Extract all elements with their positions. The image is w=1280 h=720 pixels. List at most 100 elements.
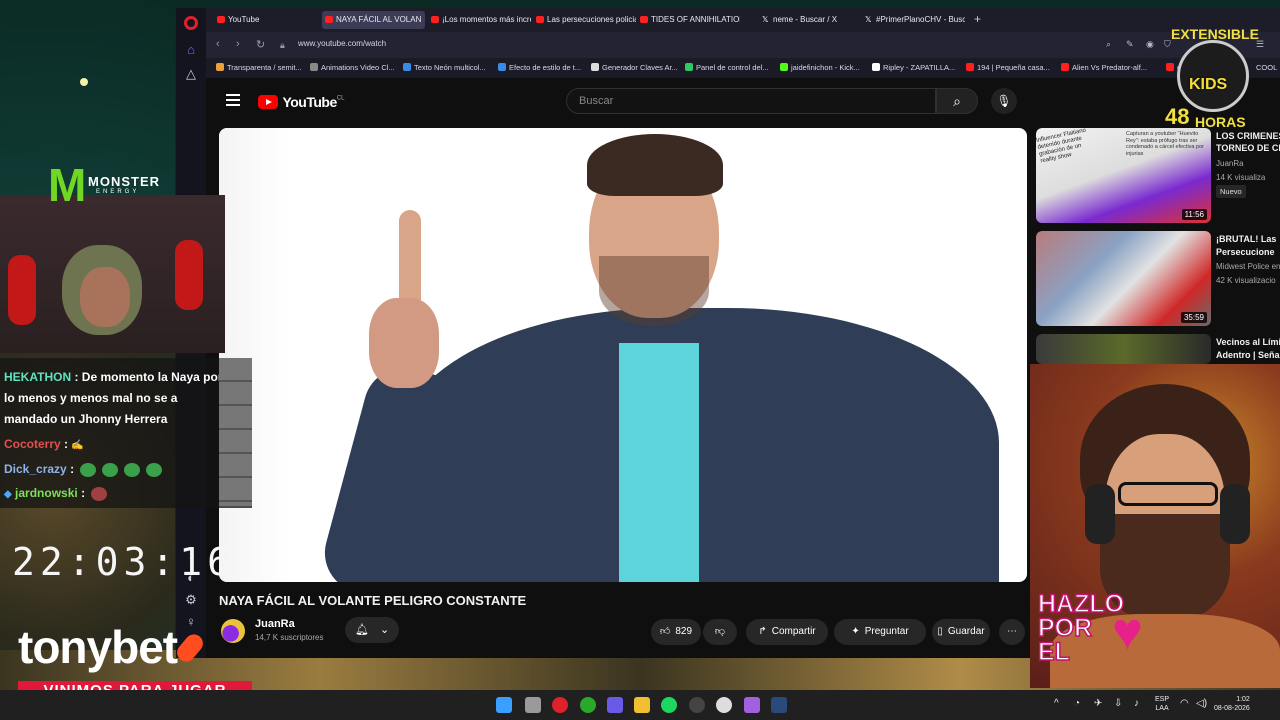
tray-icon[interactable]: ◔	[1074, 698, 1080, 709]
home-icon[interactable]: ⌂	[183, 42, 199, 58]
presenter-jacket	[399, 308, 999, 582]
voice-search-button[interactable]: 🎙︎	[991, 88, 1017, 114]
chat-message-cont: mandado un Jhonny Herrera	[4, 412, 168, 426]
emote-icon	[91, 486, 108, 501]
volume-icon[interactable]: ◁)	[1196, 698, 1207, 709]
new-badge: Nuevo	[1216, 185, 1246, 198]
address-bar: ‹ › ↻ 🔒︎ www.youtube.com/watch ⌕ ✎ ◉ ⛉ ☰	[206, 32, 1280, 58]
steam-icon[interactable]	[771, 697, 787, 713]
chevron-down-icon: ⌄	[380, 624, 390, 636]
recommended-video[interactable]: 35:59	[1036, 231, 1212, 329]
stream-clock: 22:03:16	[12, 540, 236, 584]
camera-icon[interactable]: ◉	[1146, 39, 1154, 50]
opera-logo-icon[interactable]	[184, 16, 198, 30]
chrome-icon[interactable]	[716, 697, 732, 713]
save-button[interactable]: ▯ Guardar	[932, 619, 990, 645]
channel-avatar[interactable]	[221, 619, 245, 643]
monster-claw-icon: M	[48, 159, 87, 211]
bookmark-item[interactable]: 194 | Pequeña casa...	[966, 63, 1050, 72]
youtube-icon	[217, 16, 225, 23]
start-icon[interactable]	[496, 697, 512, 713]
tab-youtube[interactable]: YouTube	[214, 11, 317, 29]
tab-x-primerplano[interactable]: 𝕏 #PrimerPlanoCHV - Busca	[862, 11, 965, 29]
app-icon[interactable]	[744, 697, 760, 713]
recommended-views: 14 K visualiza	[1216, 173, 1266, 182]
notification-bell-button[interactable]: 🔔︎ ⌄	[345, 617, 399, 643]
bookmark-item[interactable]: Alien Vs Predator-alf...	[1061, 63, 1147, 72]
more-actions-button[interactable]: ⋯	[999, 619, 1025, 645]
x-icon: 𝕏	[762, 15, 769, 24]
hamburger-menu-icon[interactable]	[226, 94, 240, 109]
bookmark-icon	[966, 63, 974, 71]
file-explorer-icon[interactable]	[634, 697, 650, 713]
language-indicator[interactable]: ESP LAA	[1155, 695, 1169, 713]
zoom-icon[interactable]: ⌕	[1106, 39, 1111, 50]
xbox-icon[interactable]	[580, 697, 596, 713]
tray-icon[interactable]: ⇩	[1114, 698, 1122, 709]
settings-icon[interactable]: ⚙	[183, 592, 199, 608]
like-button[interactable]: 👍︎ 829	[651, 619, 701, 645]
opera-icon[interactable]	[552, 697, 568, 713]
bookmark-item[interactable]: Animations Video Cl...	[310, 63, 395, 72]
emote-icon: ✍	[71, 440, 84, 451]
task-view-icon[interactable]	[525, 697, 541, 713]
youtube-logo[interactable]: YouTubeCL	[258, 93, 344, 110]
spotify-icon[interactable]	[661, 697, 677, 713]
youtube-play-icon	[258, 94, 278, 109]
subscriber-count: 14,7 K suscriptores	[255, 633, 324, 642]
discord-icon[interactable]	[607, 697, 623, 713]
youtube-icon	[431, 16, 439, 23]
share-button[interactable]: ↱ Compartir	[746, 619, 828, 645]
share-icon: ↱	[758, 626, 767, 637]
bookmark-item[interactable]: Panel de control del...	[685, 63, 769, 72]
back-icon[interactable]: ‹	[216, 38, 220, 50]
channel-name[interactable]: JuanRa	[255, 618, 295, 630]
clock[interactable]: 1:02 08-08-2026	[1214, 695, 1250, 713]
wifi-icon[interactable]: ◠	[1180, 698, 1189, 709]
recommended-title[interactable]: Persecucione	[1216, 246, 1280, 258]
microphone-icon[interactable]: ♪	[1134, 698, 1139, 709]
presenter-hair	[587, 134, 723, 196]
x-icon: 𝕏	[865, 15, 872, 24]
streamer-avatar-art: HAZLO POR EL ♥	[1030, 364, 1280, 688]
obs-icon[interactable]	[689, 697, 705, 713]
bookmark-icon	[216, 63, 224, 71]
bookmark-item[interactable]: Transparenta / semit...	[216, 63, 302, 72]
speed-dial-icon[interactable]: △	[183, 66, 199, 82]
search-button[interactable]: ⌕	[936, 88, 978, 114]
recommended-video[interactable]	[1036, 334, 1212, 364]
recommended-title[interactable]: ¡BRUTAL! Las	[1216, 233, 1280, 245]
tab-naya-facil[interactable]: NAYA FÁCIL AL VOLAN	[322, 11, 425, 29]
tab-tides[interactable]: TIDES OF ANNIHILATION	[637, 11, 740, 29]
recommended-video[interactable]: Influencer Flaitiano detenido durante gr…	[1036, 128, 1212, 226]
tonybet-logo: tonybet	[18, 620, 207, 674]
bookmark-item[interactable]: Efecto de estilo de t...	[498, 63, 581, 72]
tab-persecuciones[interactable]: Las persecuciones policial	[533, 11, 636, 29]
tab-momentos[interactable]: ¡Los momentos más incre	[428, 11, 531, 29]
ask-button[interactable]: ✦ Preguntar	[834, 619, 926, 645]
bookmark-item[interactable]: Ripley - ZAPATILLA...	[872, 63, 955, 72]
edit-icon[interactable]: ✎	[1126, 39, 1134, 50]
recommended-title[interactable]: TORNEO DE CE	[1216, 142, 1280, 154]
chevron-up-icon[interactable]: ^	[1054, 698, 1059, 709]
reload-icon[interactable]: ↻	[256, 38, 265, 51]
glasses-icon	[1118, 482, 1218, 506]
bookmark-item[interactable]: Texto Neón multicol...	[403, 63, 486, 72]
bell-icon: 🔔︎	[355, 624, 369, 636]
bookmark-item[interactable]: jaidefinichon - Kick...	[780, 63, 860, 72]
url-field[interactable]: www.youtube.com/watch	[298, 39, 386, 48]
tab-x-neme[interactable]: 𝕏neme - Buscar / X	[759, 11, 862, 29]
recommended-title[interactable]: Adentro | Seña	[1216, 349, 1280, 361]
new-tab-button[interactable]: +	[974, 12, 981, 26]
dislike-button[interactable]: 👎︎	[703, 619, 737, 645]
tray-icon[interactable]: ✈	[1094, 698, 1102, 709]
video-player[interactable]	[219, 128, 1027, 582]
search-input[interactable]: Buscar	[566, 88, 936, 114]
bookmark-icon	[591, 63, 599, 71]
presenter-shirt	[619, 343, 699, 582]
recommended-title[interactable]: Vecinos al Límit	[1216, 336, 1280, 348]
bookmark-item[interactable]: Generador Claves Ar...	[591, 63, 678, 72]
forward-icon[interactable]: ›	[236, 38, 240, 50]
chat-scroll-strip	[219, 358, 252, 506]
recommended-title[interactable]: LOS CRIMENES	[1216, 130, 1280, 142]
